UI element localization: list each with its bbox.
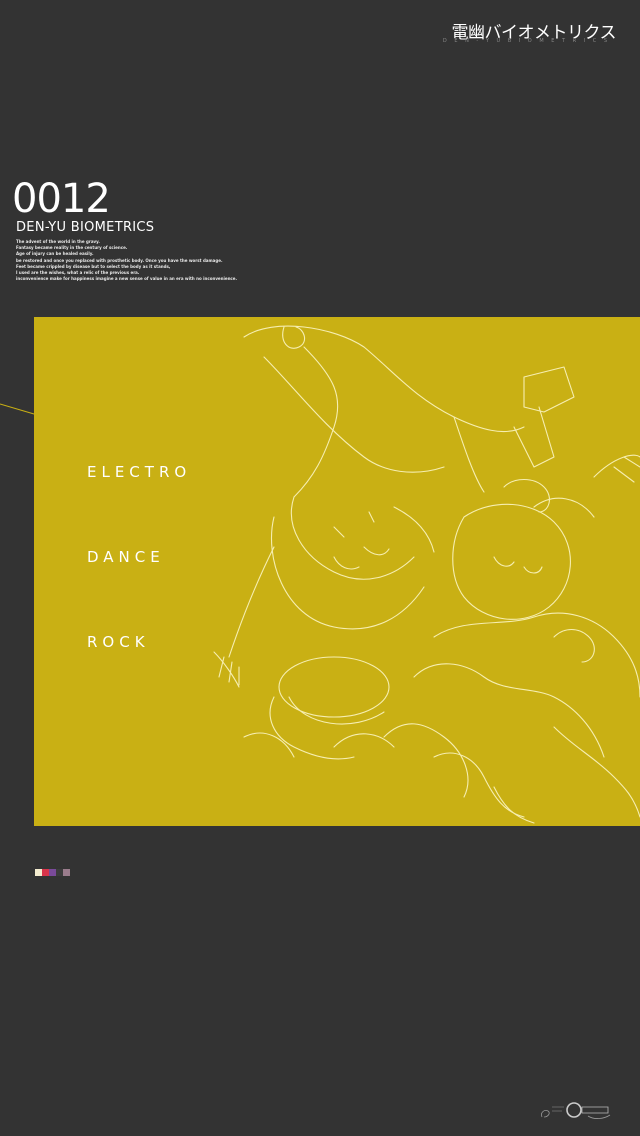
- line-art-illustration: [213, 325, 640, 824]
- description: The advent of the world in the gravy. Fa…: [16, 239, 276, 282]
- brand-logo-icon: [541, 1102, 611, 1119]
- lyric-word-electro: ELECTRO: [87, 463, 192, 481]
- palette-swatch: [63, 869, 70, 876]
- description-line: inconvenience make for happiness imagine…: [16, 276, 238, 282]
- lyric-word-dance: DANCE: [87, 548, 165, 566]
- footer-brand-logo: [538, 1099, 614, 1124]
- artwork-panel: ELECTRO DANCE ROCK: [34, 317, 640, 826]
- palette-swatch: [35, 869, 42, 876]
- color-palette: [35, 869, 70, 876]
- palette-swatch: [49, 869, 56, 876]
- app-logo-subtext: D E N - Y U B I O M E T R I C S: [442, 38, 610, 44]
- track-number: 0012: [12, 176, 111, 222]
- palette-swatch: [56, 869, 63, 876]
- palette-swatch: [42, 869, 49, 876]
- track-title: DEN-YU BIOMETRICS: [16, 220, 155, 235]
- lyric-word-rock: ROCK: [87, 633, 150, 651]
